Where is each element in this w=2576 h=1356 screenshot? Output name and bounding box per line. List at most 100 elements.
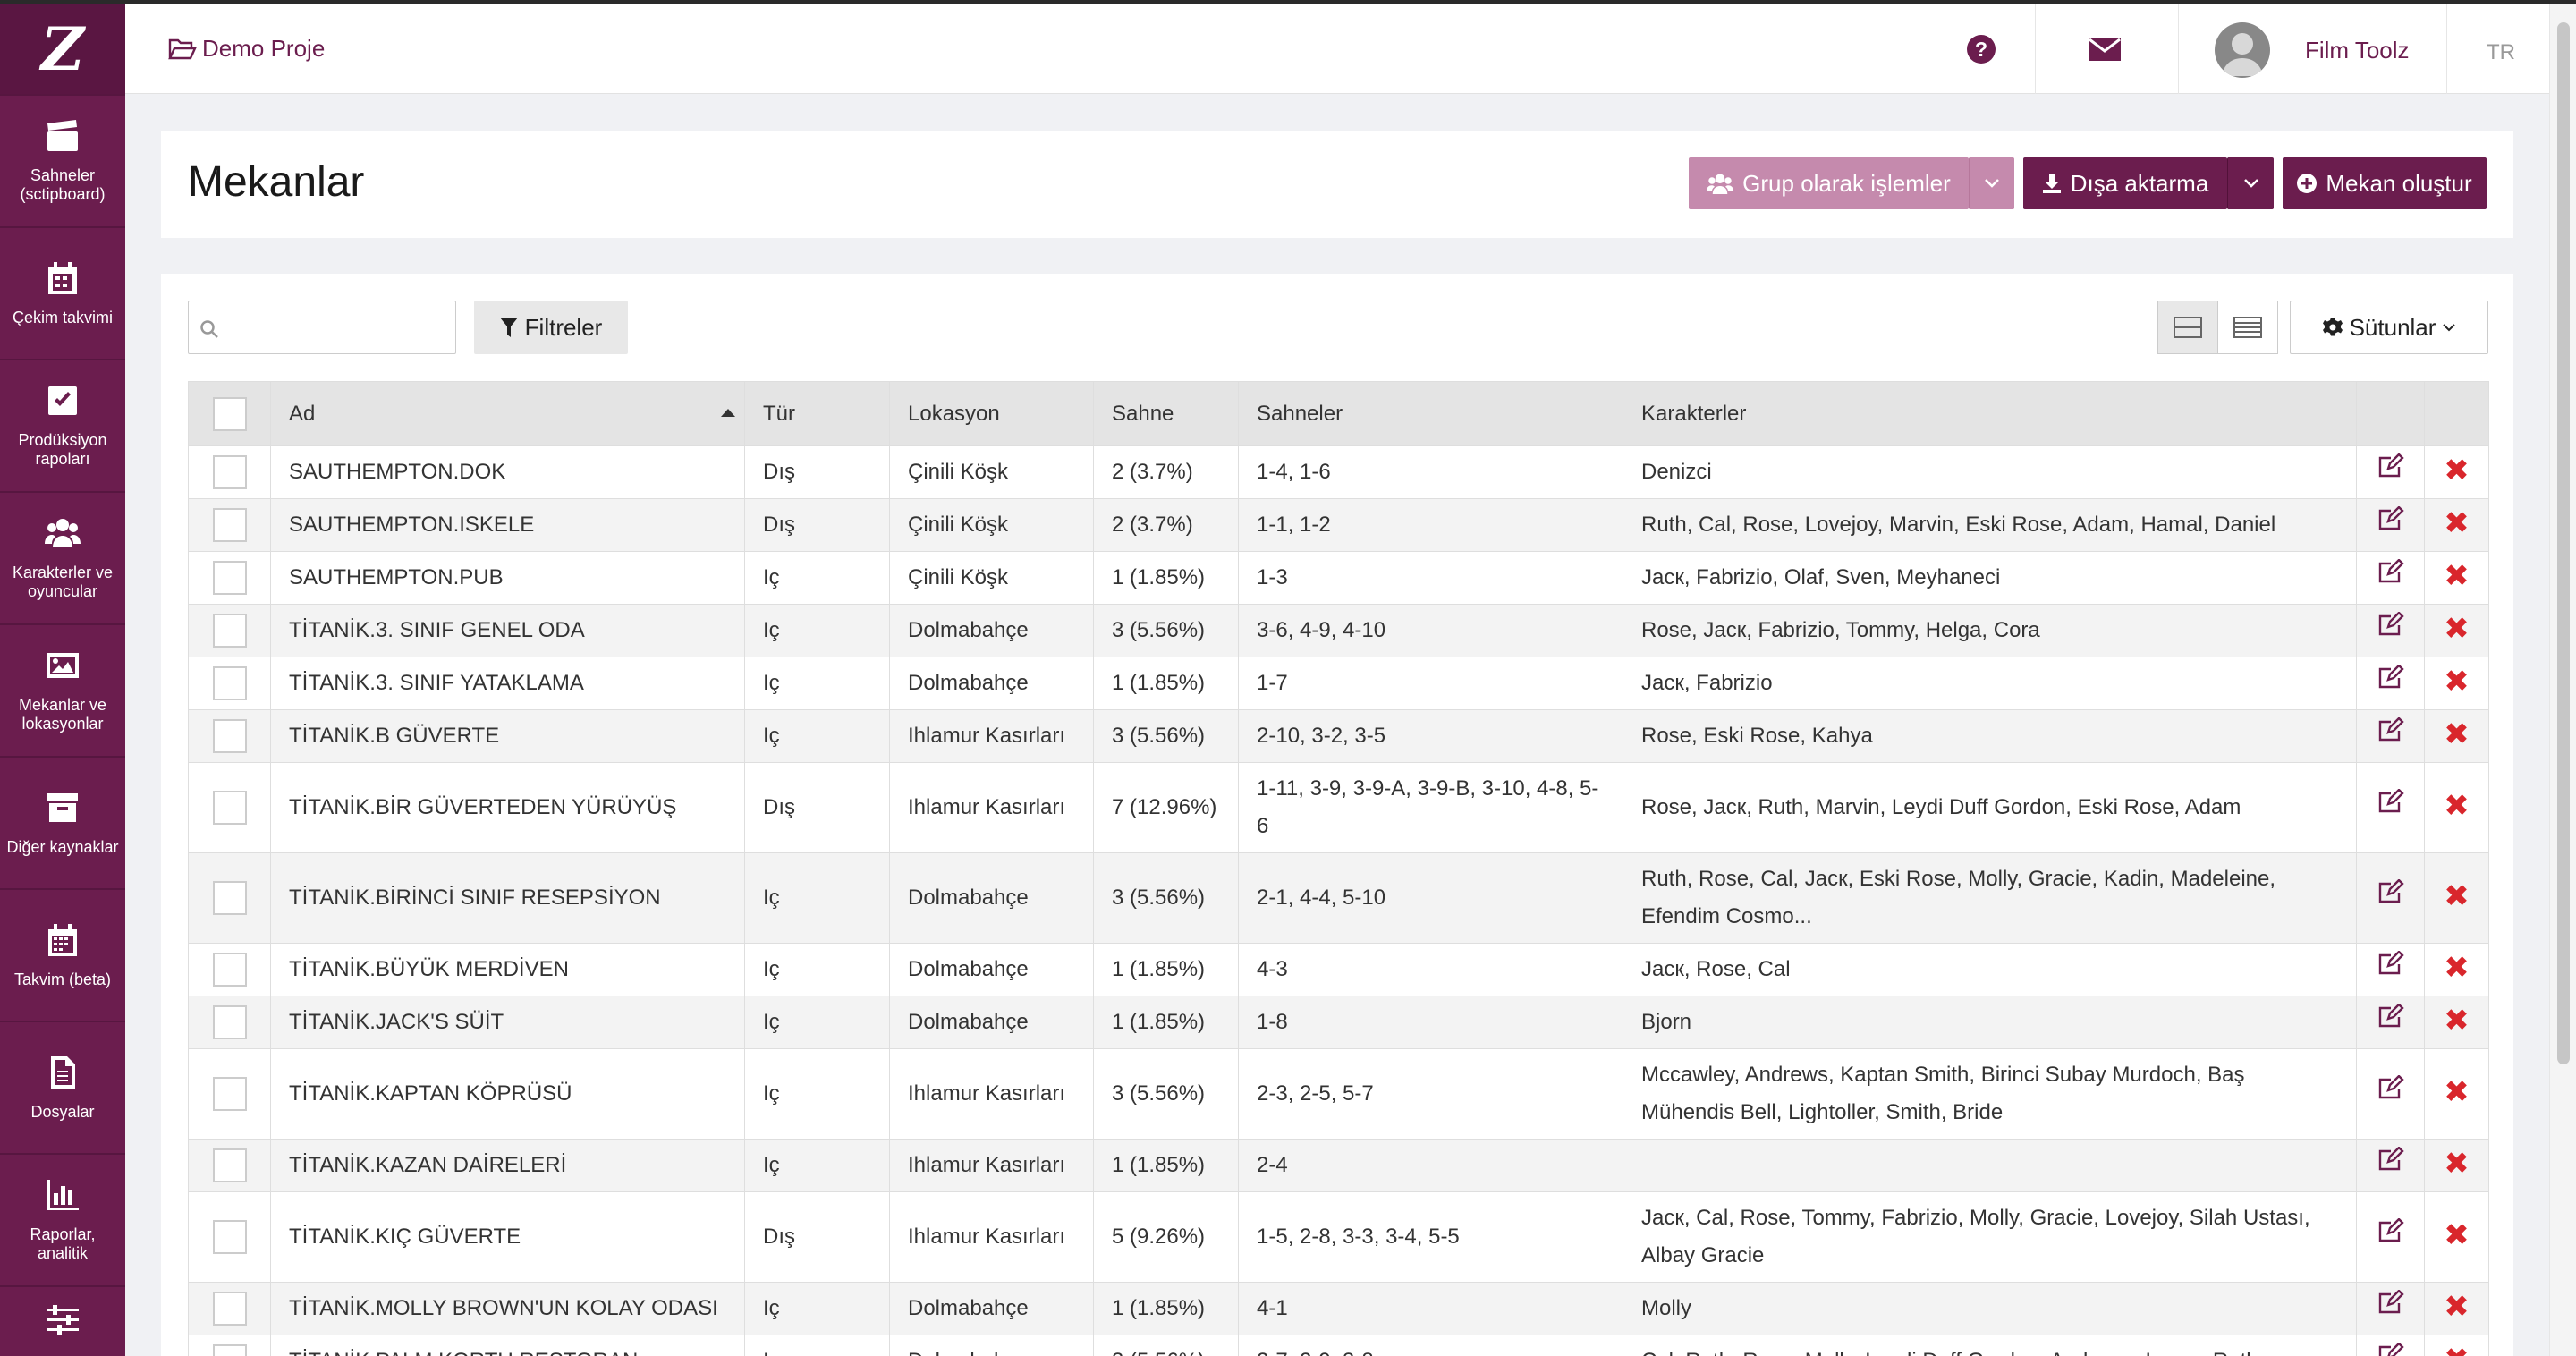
row-select-cell[interactable] — [188, 657, 271, 710]
row-select-cell[interactable] — [188, 709, 271, 763]
table-row[interactable]: TİTANİK.MOLLY BROWN'UN KOLAY ODASI Iç Dolm… — [188, 1282, 2489, 1335]
table-row[interactable]: TİTANİK.BÜYÜK MERDİVEN Iç Dolmabahçe 1 (1.8… — [188, 943, 2489, 996]
columns-button[interactable]: Sütunlar — [2290, 301, 2488, 354]
create-location-button[interactable]: Mekan oluştur — [2283, 157, 2487, 209]
select-all-cell[interactable] — [188, 381, 271, 446]
edit-button[interactable] — [2356, 1139, 2425, 1192]
row-select-cell[interactable] — [188, 498, 271, 552]
delete-button[interactable]: ✖ — [2424, 551, 2489, 605]
filters-button[interactable]: Filtreler — [474, 301, 628, 354]
row-checkbox[interactable] — [212, 455, 247, 489]
row-checkbox[interactable] — [212, 791, 247, 825]
edit-button[interactable] — [2356, 1191, 2425, 1283]
row-checkbox[interactable] — [212, 1005, 247, 1039]
table-row[interactable]: SAUTHEMPTON.ISKELE Dış Çinili Köşk 2 (3.7%)… — [188, 498, 2489, 552]
column-header-characters[interactable]: Karakterler — [1623, 381, 2357, 446]
sidebar-item-shooting-schedule[interactable]: Çekim takvimi — [0, 226, 125, 359]
row-select-cell[interactable] — [188, 996, 271, 1049]
row-select-cell[interactable] — [188, 1048, 271, 1140]
row-select-cell[interactable] — [188, 1191, 271, 1283]
row-select-cell[interactable] — [188, 445, 271, 499]
breadcrumb[interactable]: Demo Proje — [168, 35, 325, 63]
row-select-cell[interactable] — [188, 852, 271, 944]
table-row[interactable]: SAUTHEMPTON.DOK Dış Çinili Köşk 2 (3.7%) 1-4… — [188, 445, 2489, 499]
row-checkbox[interactable] — [212, 881, 247, 915]
column-header-scenes[interactable]: Sahneler — [1238, 381, 1623, 446]
delete-button[interactable]: ✖ — [2424, 1191, 2489, 1283]
delete-button[interactable]: ✖ — [2424, 852, 2489, 944]
search-input[interactable] — [188, 301, 456, 354]
sidebar-item-characters[interactable]: Karakterler ve oyuncular — [0, 491, 125, 623]
edit-button[interactable] — [2356, 1335, 2425, 1356]
table-row[interactable]: TİTANİK.KAZAN DAİRELERİ Iç Ihlamur Kasırla… — [188, 1139, 2489, 1192]
group-actions-dropdown[interactable] — [1969, 157, 2014, 209]
export-button[interactable]: Dışa aktarma — [2023, 157, 2227, 209]
language-switch[interactable]: TR — [2487, 40, 2515, 65]
table-row[interactable]: TİTANİK.KIÇ GÜVERTE Dış Ihlamur Kasırları 5… — [188, 1191, 2489, 1283]
row-checkbox[interactable] — [212, 1220, 247, 1254]
edit-button[interactable] — [2356, 498, 2425, 552]
row-checkbox[interactable] — [212, 1344, 247, 1356]
row-checkbox[interactable] — [212, 508, 247, 542]
breadcrumb-project[interactable]: Demo Proje — [202, 35, 325, 63]
view-compact-button[interactable] — [2217, 301, 2278, 354]
table-row[interactable]: TİTANİK.BİR GÜVERTEDEN YÜRÜYÜŞ Dış Ihlamur… — [188, 762, 2489, 853]
table-row[interactable]: SAUTHEMPTON.PUB Iç Çinili Köşk 1 (1.85%) 1-3… — [188, 551, 2489, 605]
edit-button[interactable] — [2356, 943, 2425, 996]
delete-button[interactable]: ✖ — [2424, 498, 2489, 552]
edit-button[interactable] — [2356, 762, 2425, 853]
select-all-checkbox[interactable] — [212, 396, 247, 431]
messages-button[interactable] — [2039, 4, 2169, 94]
delete-button[interactable]: ✖ — [2424, 943, 2489, 996]
row-checkbox[interactable] — [212, 719, 247, 753]
delete-button[interactable]: ✖ — [2424, 996, 2489, 1049]
delete-button[interactable]: ✖ — [2424, 445, 2489, 499]
row-checkbox[interactable] — [212, 561, 247, 595]
scrollbar-thumb[interactable] — [2557, 22, 2570, 1064]
table-row[interactable]: TİTANİK.B GÜVERTE Iç Ihlamur Kasırları 3 (5… — [188, 709, 2489, 763]
edit-button[interactable] — [2356, 445, 2425, 499]
group-actions-button[interactable]: Grup olarak işlemler — [1689, 157, 1969, 209]
edit-button[interactable] — [2356, 1282, 2425, 1335]
row-select-cell[interactable] — [188, 1282, 271, 1335]
table-row[interactable]: TİTANİK.BİRİNCİ SINIF RESEPSİYON Iç Dolmab… — [188, 852, 2489, 944]
table-row[interactable]: TİTANİK.JACK'S SÜİT Iç Dolmabahçe 1 (1.85%)… — [188, 996, 2489, 1049]
sidebar-item-production-reports[interactable]: Prodüksiyon rapoları — [0, 359, 125, 491]
row-select-cell[interactable] — [188, 1139, 271, 1192]
column-header-type[interactable]: Tür — [744, 381, 890, 446]
sidebar-item-settings[interactable] — [0, 1285, 125, 1356]
sidebar-item-files[interactable]: Dosyalar — [0, 1021, 125, 1153]
app-logo[interactable]: Z — [0, 4, 125, 94]
user-name[interactable]: Film Toolz — [2305, 37, 2410, 64]
delete-button[interactable]: ✖ — [2424, 1335, 2489, 1356]
row-checkbox[interactable] — [212, 614, 247, 648]
avatar[interactable] — [2215, 22, 2270, 78]
edit-button[interactable] — [2356, 551, 2425, 605]
sidebar-item-locations[interactable]: Mekanlar ve lokasyonlar — [0, 623, 125, 756]
column-header-scene[interactable]: Sahne — [1093, 381, 1239, 446]
delete-button[interactable]: ✖ — [2424, 604, 2489, 657]
edit-button[interactable] — [2356, 657, 2425, 710]
edit-button[interactable] — [2356, 604, 2425, 657]
table-row[interactable]: TİTANİK.PALM KORTU RESTORANIçDolmabahçe3… — [188, 1335, 2489, 1356]
row-checkbox[interactable] — [212, 1292, 247, 1326]
edit-button[interactable] — [2356, 1048, 2425, 1140]
help-button[interactable]: ? — [1945, 4, 2017, 94]
column-header-name[interactable]: Ad — [270, 381, 745, 446]
row-checkbox[interactable] — [212, 1077, 247, 1111]
sidebar-item-scenes[interactable]: Sahneler (sctipboard) — [0, 94, 125, 226]
column-header-location[interactable]: Lokasyon — [889, 381, 1094, 446]
page-scrollbar[interactable] — [2549, 4, 2576, 1356]
row-select-cell[interactable] — [188, 762, 271, 853]
row-select-cell[interactable] — [188, 1335, 271, 1356]
row-select-cell[interactable] — [188, 604, 271, 657]
sidebar-item-reports[interactable]: Raporlar, analitik — [0, 1153, 125, 1285]
edit-button[interactable] — [2356, 852, 2425, 944]
row-checkbox[interactable] — [212, 953, 247, 987]
table-row[interactable]: TİTANİK.3. SINIF GENEL ODA Iç Dolmabahçe 3 … — [188, 604, 2489, 657]
delete-button[interactable]: ✖ — [2424, 657, 2489, 710]
delete-button[interactable]: ✖ — [2424, 1048, 2489, 1140]
delete-button[interactable]: ✖ — [2424, 1139, 2489, 1192]
row-select-cell[interactable] — [188, 943, 271, 996]
sidebar-item-calendar-beta[interactable]: Takvim (beta) — [0, 888, 125, 1021]
